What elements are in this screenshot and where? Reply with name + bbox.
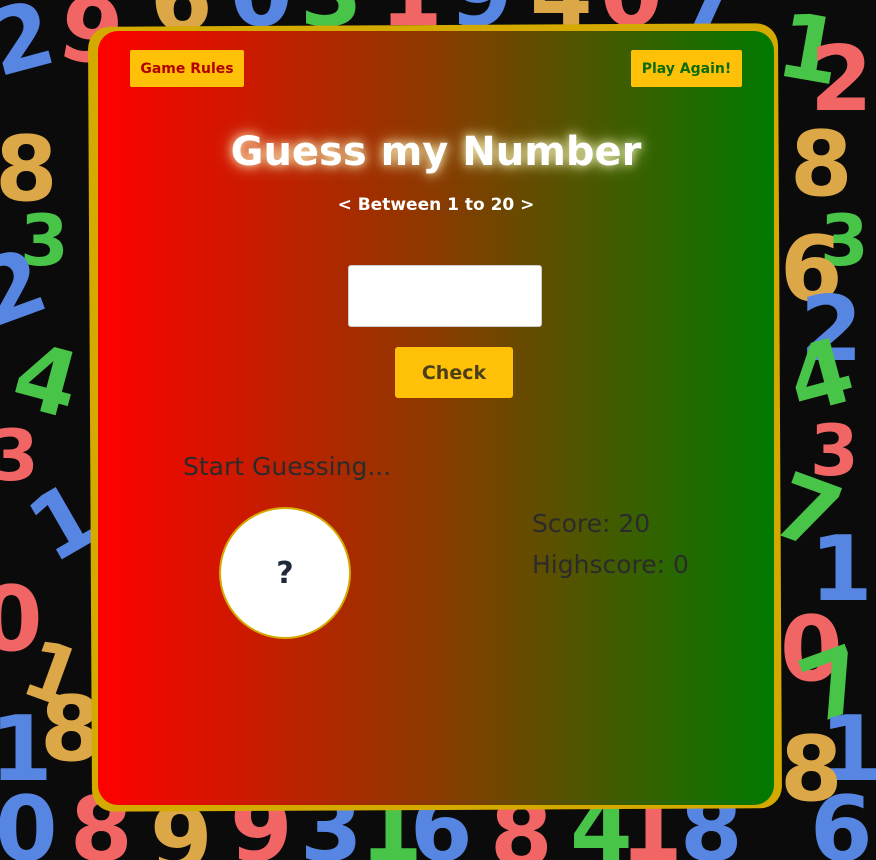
page-title: Guess my Number <box>230 129 642 175</box>
svg-text:6: 6 <box>810 777 873 860</box>
highscore-display: Highscore: 0 <box>532 550 689 579</box>
guess-input[interactable] <box>348 265 542 327</box>
score-value: 20 <box>618 509 651 538</box>
secret-number-text: ? <box>276 555 294 591</box>
svg-text:0: 0 <box>0 777 58 860</box>
highscore-label: Highscore: <box>532 550 674 579</box>
svg-text:2: 2 <box>0 0 65 98</box>
game-rules-button[interactable]: Game Rules <box>130 50 244 87</box>
play-again-button[interactable]: Play Again! <box>631 50 742 87</box>
secret-number-display: ? <box>219 507 351 639</box>
game-card: Game Rules Play Again! Guess my Number <… <box>98 31 774 805</box>
status-message: Start Guessing... <box>183 452 392 481</box>
highscore-value: 0 <box>673 550 689 579</box>
check-button[interactable]: Check <box>395 347 513 398</box>
score-display: Score: 20 <box>532 509 650 538</box>
range-subtitle: < Between 1 to 20 > <box>337 195 535 215</box>
score-label: Score: <box>532 509 619 538</box>
